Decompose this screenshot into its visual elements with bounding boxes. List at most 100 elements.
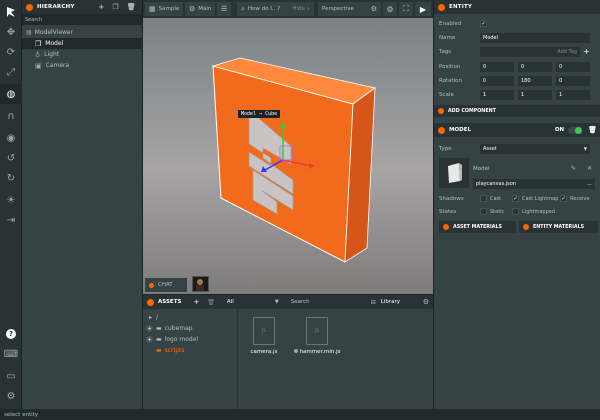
expand-icon[interactable]: + (146, 325, 153, 332)
user-avatar[interactable] (192, 276, 209, 292)
asset-tree-label: / (156, 314, 159, 321)
logo-icon[interactable] (0, 2, 22, 22)
branch-button[interactable]: ⚙ Main (185, 2, 215, 16)
scale-z[interactable]: 1 (556, 89, 590, 100)
name-input[interactable]: Model (480, 32, 590, 43)
add-component-label: ADD COMPONENT (448, 108, 496, 114)
chat-button[interactable]: CHAT (145, 278, 187, 292)
static-checkbox[interactable] (480, 208, 487, 215)
export-icon[interactable]: ⇥ (0, 210, 22, 230)
asset-filter-select[interactable]: All (227, 299, 275, 305)
position-z[interactable]: 0 (556, 61, 590, 72)
camera-select[interactable]: Perspective ⚙ (318, 2, 381, 16)
world-icon[interactable]: ◍ (0, 84, 22, 104)
lightmapped-checkbox[interactable] (512, 208, 519, 215)
scene-render (211, 57, 376, 263)
translate-icon[interactable]: ✥ (0, 22, 22, 42)
tree-item-camera[interactable]: ▣ Camera (22, 60, 143, 71)
expand-icon[interactable]: + (146, 336, 153, 343)
tree-item-modelviewer[interactable]: ▤ ModelViewer (22, 27, 143, 38)
settings-button[interactable]: ⚙ (383, 2, 397, 16)
asset-search-input[interactable]: Search (291, 299, 371, 305)
cast-lightmap-checkbox[interactable]: ✓ (512, 195, 519, 202)
model-header: MODEL ON 🗑 (434, 123, 600, 137)
hide-label[interactable]: Hide » (292, 6, 310, 12)
asset-tree-root[interactable]: ▸ / (149, 312, 158, 323)
help-icon[interactable]: ? (0, 324, 22, 344)
play-button[interactable]: ▶ (415, 2, 431, 16)
settings-icon[interactable]: ⚙ (0, 386, 22, 406)
rotation-label: Rotation (439, 77, 463, 84)
asset-settings-icon[interactable]: ⚙ (423, 298, 429, 306)
keyboard-icon[interactable]: ⌨ (0, 344, 22, 364)
asset-materials-button[interactable]: ASSET MATERIALS (439, 221, 516, 233)
scene-button[interactable]: ▦ Sample (145, 2, 183, 16)
entity-materials-button[interactable]: ENTITY MATERIALS (519, 221, 598, 233)
help-search[interactable]: ⌕ How do I...? Hide » (237, 2, 314, 16)
rotation-y[interactable]: 180 (518, 75, 552, 86)
asset-file-hammer[interactable]: JS hammer.min.js (291, 317, 343, 355)
assets-title: ASSETS (158, 299, 182, 305)
scene-viewport[interactable]: Model → Cube (143, 18, 433, 294)
undo-icon[interactable]: ↺ (0, 148, 22, 168)
lightbulb-icon[interactable]: ☀ (0, 190, 22, 210)
asset-folder-scripts[interactable]: ▬ scripts (156, 345, 185, 356)
add-entity-icon[interactable]: + (98, 3, 104, 11)
rotation-z[interactable]: 0 (556, 75, 590, 86)
tree-item-label: Model (45, 40, 64, 47)
scale-label: Scale (439, 91, 454, 98)
name-label: Name (439, 34, 456, 41)
entity-header: ENTITY (434, 0, 600, 14)
asset-file-name: camera.js (250, 349, 278, 355)
close-icon[interactable]: ✕ (587, 165, 592, 172)
position-row: Position 0 0 0 (434, 60, 600, 73)
model-delete-icon[interactable]: 🗑 (588, 126, 597, 134)
fullscreen-button[interactable]: ⛶ (399, 2, 413, 16)
asset-file-camera[interactable]: JS camera.js (244, 317, 284, 355)
eye-icon[interactable]: ◉ (0, 128, 22, 148)
model-dot-icon (438, 126, 445, 134)
chat-icon[interactable]: ▭ (0, 366, 22, 386)
asset-folder-cubemap[interactable]: + ▬ cubemap (146, 323, 193, 334)
scale-icon[interactable]: ⤢ (0, 62, 22, 82)
assets-dot-icon (147, 298, 154, 306)
model-toggle[interactable] (568, 126, 583, 134)
tags-input[interactable]: Add Tag (480, 46, 580, 57)
tree-item-model[interactable]: ❒ Model (22, 38, 143, 49)
scale-y[interactable]: 1 (518, 89, 552, 100)
tree-item-light[interactable]: ♁ Light (22, 49, 143, 60)
scene-label: Sample (158, 6, 180, 12)
list-button[interactable]: ☰ (217, 2, 231, 16)
gear-icon: ⚙ (189, 5, 196, 13)
edit-icon[interactable]: ✎ (571, 165, 576, 172)
branch-label: Main (198, 6, 212, 12)
position-y[interactable]: 0 (518, 61, 552, 72)
model-thumbnail[interactable] (439, 158, 469, 188)
duplicate-icon[interactable]: ❐ (112, 3, 118, 11)
scale-row: Scale 1 1 1 (434, 88, 600, 101)
redo-icon[interactable]: ↻ (0, 168, 22, 188)
model-file-field[interactable]: playcanvas.json ... (473, 179, 595, 189)
add-component-button[interactable]: ADD COMPONENT (434, 105, 600, 117)
enabled-checkbox[interactable]: ✓ (480, 20, 487, 27)
type-select[interactable]: Asset ▼ (480, 143, 590, 154)
rotate-icon[interactable]: ⟳ (0, 42, 22, 62)
magnet-icon[interactable]: ∩ (0, 106, 22, 126)
scale-x[interactable]: 1 (480, 89, 514, 100)
cube-icon: ❒ (35, 39, 42, 48)
rotation-x[interactable]: 0 (480, 75, 514, 86)
search-icon: ⌕ (241, 4, 245, 13)
hierarchy-search[interactable]: Search (22, 14, 142, 25)
receive-checkbox[interactable]: ✓ (560, 195, 567, 202)
model-title: MODEL (449, 127, 471, 133)
entity-tooltip: Model → Cube (238, 110, 281, 118)
cast-checkbox[interactable] (480, 195, 487, 202)
library-button[interactable]: Library (381, 299, 400, 305)
asset-folder-logo-model[interactable]: + ▬ logo model (146, 334, 198, 345)
position-x[interactable]: 0 (480, 61, 514, 72)
delete-icon[interactable]: 🗑 (127, 3, 136, 11)
add-asset-icon[interactable]: + (193, 298, 199, 306)
states-label: States (439, 208, 457, 215)
delete-asset-icon[interactable]: 🗑 (207, 299, 215, 306)
add-tag-icon[interactable]: + (583, 47, 590, 56)
